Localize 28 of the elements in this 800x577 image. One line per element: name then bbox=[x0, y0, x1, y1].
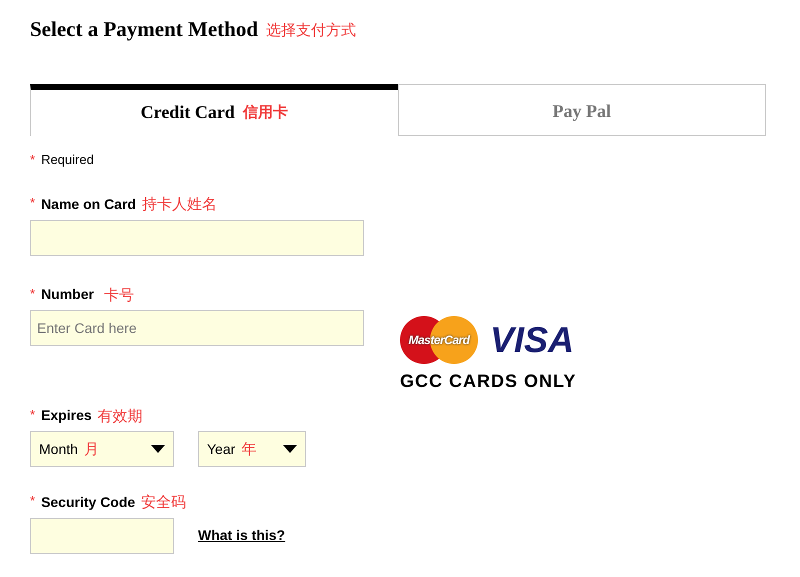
required-mark: * bbox=[30, 194, 36, 212]
annotation-text: 持卡人姓名 bbox=[142, 194, 217, 215]
visa-logo: VISA bbox=[490, 322, 574, 358]
security-code-input[interactable] bbox=[30, 518, 174, 554]
tab[interactable]: Pay Pal bbox=[398, 84, 766, 136]
month-select[interactable]: Month 月 bbox=[30, 431, 174, 467]
required-text: Required bbox=[41, 150, 94, 169]
card-caption: GCC CARDS ONLY bbox=[400, 370, 576, 392]
required-mark: * bbox=[30, 150, 36, 168]
field-label: Security Code bbox=[41, 492, 136, 512]
page-title: Select a Payment Method bbox=[30, 16, 258, 43]
annotation-text: 有效期 bbox=[98, 406, 143, 426]
field-label: Name on Card bbox=[41, 194, 136, 214]
caret-icon bbox=[283, 445, 297, 453]
name-input[interactable] bbox=[30, 220, 364, 256]
required-mark: * bbox=[30, 406, 36, 424]
required-mark: * bbox=[30, 492, 36, 510]
annotation-text: 选择支付方式 bbox=[266, 20, 356, 40]
tab[interactable]: Credit Card 信用卡 bbox=[30, 84, 398, 136]
field-label: Expires bbox=[41, 406, 92, 426]
card-number-input[interactable]: Enter Card here bbox=[30, 310, 364, 346]
caret-icon bbox=[151, 445, 165, 453]
annotation-text: 安全码 bbox=[141, 492, 186, 513]
annotation-text: 卡号 bbox=[104, 284, 134, 306]
required-mark: * bbox=[30, 284, 36, 302]
field-label: Number bbox=[41, 285, 94, 304]
help-link[interactable]: What is this? bbox=[198, 524, 286, 546]
year-select[interactable]: Year 年 bbox=[198, 431, 306, 467]
